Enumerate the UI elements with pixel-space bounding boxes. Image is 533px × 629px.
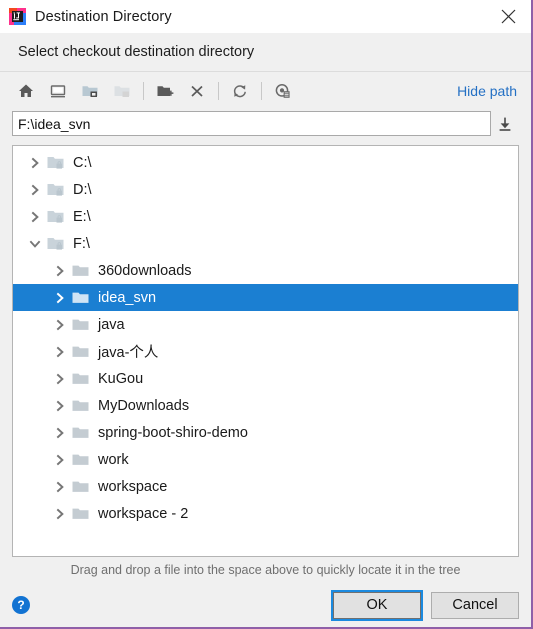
chevron-right-icon[interactable] bbox=[48, 454, 72, 466]
toolbar-separator-1 bbox=[143, 81, 144, 100]
tree-row-label: java-个人 bbox=[98, 345, 159, 361]
new-folder-icon[interactable] bbox=[151, 78, 178, 104]
chevron-right-icon[interactable] bbox=[48, 265, 72, 277]
tree-row-label: D:\ bbox=[73, 181, 92, 198]
folder-icon bbox=[72, 263, 94, 279]
delete-icon[interactable] bbox=[183, 78, 210, 104]
chevron-down-icon[interactable] bbox=[23, 238, 47, 250]
folder-icon bbox=[72, 398, 94, 414]
tree-row[interactable]: KuGou bbox=[13, 365, 518, 392]
path-input[interactable] bbox=[12, 111, 491, 136]
tree-row-label: 360downloads bbox=[98, 262, 192, 279]
tree-row[interactable]: idea_svn bbox=[13, 284, 518, 311]
ok-button[interactable]: OK bbox=[331, 589, 423, 621]
intellij-idea-icon bbox=[9, 8, 26, 25]
tree-row[interactable]: F:\ bbox=[13, 230, 518, 257]
tree-row-label: idea_svn bbox=[98, 289, 157, 306]
directory-tree: C:\ D:\ E:\ F:\ 360downloads idea_svnjava java… bbox=[13, 146, 518, 527]
tree-row[interactable]: MyDownloads bbox=[13, 392, 518, 419]
dialog-footer: ? OK Cancel bbox=[0, 583, 531, 627]
show-hidden-files-icon[interactable] bbox=[269, 78, 296, 104]
tree-row[interactable]: workspace - 2 bbox=[13, 500, 518, 527]
tree-row[interactable]: D:\ bbox=[13, 176, 518, 203]
directory-tree-panel[interactable]: C:\ D:\ E:\ F:\ 360downloads idea_svnjava java… bbox=[12, 145, 519, 557]
tree-row[interactable]: 360downloads bbox=[13, 257, 518, 284]
chevron-right-icon[interactable] bbox=[23, 211, 47, 223]
tree-row-label: KuGou bbox=[98, 370, 144, 387]
module-folder-icon bbox=[108, 78, 135, 104]
tree-row-label: F:\ bbox=[73, 235, 90, 252]
chevron-right-icon[interactable] bbox=[23, 157, 47, 169]
tree-row-label: workspace bbox=[98, 478, 168, 495]
toolbar: Hide path bbox=[12, 72, 519, 109]
folder-icon bbox=[72, 371, 94, 387]
refresh-icon[interactable] bbox=[226, 78, 253, 104]
chevron-right-icon[interactable] bbox=[48, 481, 72, 493]
dialog-header: Select checkout destination directory bbox=[0, 33, 531, 72]
tree-row[interactable]: work bbox=[13, 446, 518, 473]
window-title: Destination Directory bbox=[35, 8, 172, 25]
path-row bbox=[12, 109, 519, 138]
chevron-right-icon[interactable] bbox=[48, 508, 72, 520]
tree-row-label: work bbox=[98, 451, 129, 468]
tree-row-label: workspace - 2 bbox=[98, 505, 189, 522]
dialog-body: Hide path C:\ D:\ E:\ F:\ 360downloads idea_s… bbox=[0, 72, 531, 583]
drag-drop-hint: Drag and drop a file into the space abov… bbox=[70, 563, 461, 577]
chevron-right-icon[interactable] bbox=[48, 427, 72, 439]
toolbar-separator-2 bbox=[218, 81, 219, 100]
tree-row[interactable]: spring-boot-shiro-demo bbox=[13, 419, 518, 446]
drive-folder-icon bbox=[47, 182, 69, 198]
close-icon[interactable] bbox=[485, 0, 531, 33]
tree-row-label: C:\ bbox=[73, 154, 92, 171]
tree-row[interactable]: java-个人 bbox=[13, 338, 518, 365]
folder-icon bbox=[72, 425, 94, 441]
folder-icon bbox=[72, 317, 94, 333]
folder-icon bbox=[72, 506, 94, 522]
folder-icon bbox=[72, 290, 94, 306]
chevron-right-icon[interactable] bbox=[48, 346, 72, 358]
tree-row[interactable]: E:\ bbox=[13, 203, 518, 230]
desktop-icon[interactable] bbox=[44, 78, 71, 104]
download-arrow-icon[interactable] bbox=[491, 111, 519, 136]
tree-row-label: E:\ bbox=[73, 208, 91, 225]
folder-icon bbox=[72, 452, 94, 468]
hide-path-link[interactable]: Hide path bbox=[457, 83, 517, 99]
folder-icon bbox=[72, 344, 94, 360]
toolbar-separator-3 bbox=[261, 81, 262, 100]
chevron-right-icon[interactable] bbox=[48, 400, 72, 412]
tree-row-label: spring-boot-shiro-demo bbox=[98, 424, 248, 441]
tree-row-label: MyDownloads bbox=[98, 397, 190, 414]
help-icon[interactable]: ? bbox=[12, 596, 30, 614]
page-title: Select checkout destination directory bbox=[18, 44, 255, 60]
destination-directory-dialog: Destination Directory Select checkout de… bbox=[0, 0, 533, 629]
chevron-right-icon[interactable] bbox=[48, 373, 72, 385]
tree-row[interactable]: workspace bbox=[13, 473, 518, 500]
project-folder-icon[interactable] bbox=[76, 78, 103, 104]
cancel-button[interactable]: Cancel bbox=[431, 591, 519, 619]
chevron-right-icon[interactable] bbox=[23, 184, 47, 196]
chevron-right-icon[interactable] bbox=[48, 292, 72, 304]
tree-row[interactable]: java bbox=[13, 311, 518, 338]
tree-row-label: java bbox=[98, 316, 125, 333]
home-icon[interactable] bbox=[12, 78, 39, 104]
drive-folder-icon bbox=[47, 209, 69, 225]
title-bar: Destination Directory bbox=[0, 0, 531, 33]
folder-icon bbox=[72, 479, 94, 495]
chevron-right-icon[interactable] bbox=[48, 319, 72, 331]
drive-folder-icon bbox=[47, 236, 69, 252]
tree-row[interactable]: C:\ bbox=[13, 149, 518, 176]
drive-folder-icon bbox=[47, 155, 69, 171]
